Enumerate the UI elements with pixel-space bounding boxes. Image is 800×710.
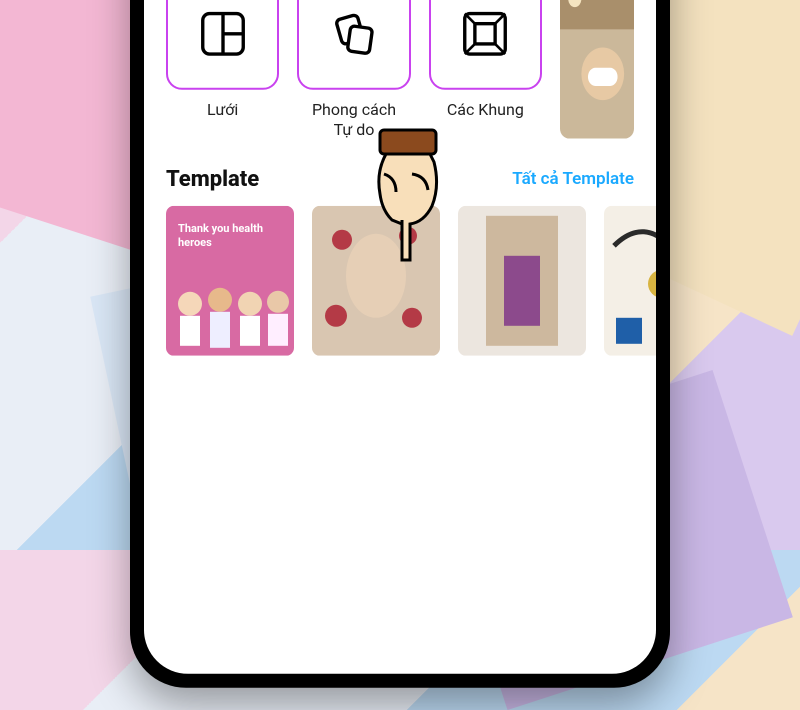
template-section-title: Template [166, 167, 259, 192]
collage-card-label: Phong cách Tự do [312, 100, 396, 138]
collage-card-label: Các Khung [447, 100, 524, 119]
template-item[interactable] [604, 206, 656, 356]
template-row[interactable]: Thank you health heroes [144, 192, 656, 356]
grid-icon [196, 6, 250, 60]
frame-icon [458, 6, 512, 60]
collage-card-grid[interactable]: Lưới [166, 0, 279, 139]
svg-text:heroes: heroes [178, 236, 212, 249]
template-item[interactable]: Thank you health heroes [166, 206, 294, 356]
collage-card-label: Lưới [207, 100, 238, 119]
app-screen: Ảnh ghép Lưới [144, 0, 656, 674]
template-item[interactable] [458, 206, 586, 356]
phone-frame: Ảnh ghép Lưới [130, 0, 670, 688]
collage-card-free[interactable]: Phong cách Tự do [297, 0, 410, 139]
template-caption: Thank you health [178, 222, 263, 235]
template-item[interactable] [312, 206, 440, 356]
collage-card-peek[interactable] [560, 0, 634, 139]
overlap-icon [327, 6, 381, 60]
collage-card-frames[interactable]: Các Khung [429, 0, 542, 139]
all-templates-link[interactable]: Tất cả Template [512, 169, 634, 189]
collage-cards: Lưới Phong cách Tự do [166, 0, 634, 139]
